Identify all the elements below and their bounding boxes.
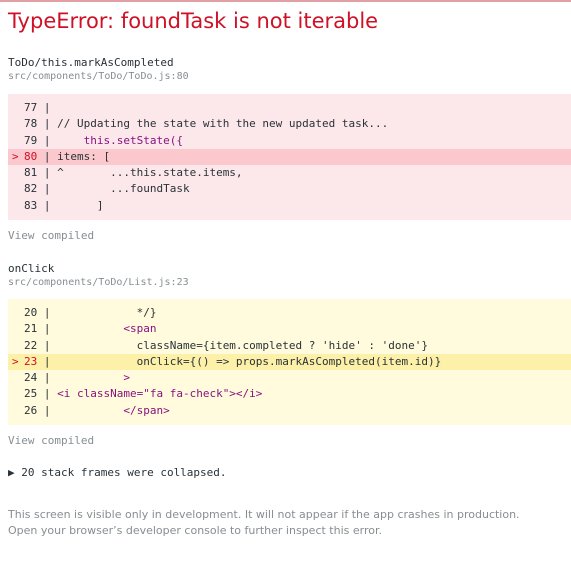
code-line: 82 | ...foundTask [24,182,190,196]
code-text: this.setState({ [57,133,183,147]
code-line: 78 | // Updating the state with the new … [24,117,389,131]
line-number: 24 [24,371,38,385]
code-line: 79 | this.setState({ [24,133,183,147]
code-snippet-list: 20 | */} 21 | <span 22 | className={item… [8,299,571,425]
footer-notice-line-2: Open your browser’s developer console to… [8,524,382,537]
code-text: */} [57,306,157,319]
code-line-highlighted: >80 | items: [ [8,148,571,166]
line-number: 80 [24,149,38,163]
error-line-marker-icon: > [12,149,19,163]
code-line: 26 | </span> [24,403,170,417]
line-number: 26 [24,403,38,417]
code-line: 20 | */} [24,306,157,319]
code-line: 24 | > [24,371,130,385]
line-number: 83 [24,198,38,212]
code-line: 77 | [24,101,58,114]
line-number: 25 [24,387,38,401]
code-snippet-todo: 77 | 78 | // Updating the state with the… [8,94,571,220]
code-text: </span> [57,403,170,417]
frame-file-link[interactable]: src/components/ToDo/List.js:23 [8,277,189,288]
code-text: // Updating the state with the new updat… [57,117,389,131]
line-number: 22 [24,338,38,352]
line-number: 78 [24,117,38,131]
code-line: 21 | <span [24,322,157,336]
code-text: className={item.completed ? 'hide' : 'do… [57,338,428,352]
code-text: onClick={() => props.markAsCompleted(ite… [57,354,442,368]
frame-function-name: onClick [8,262,55,275]
code-text: ...foundTask [57,182,190,196]
line-number: 77 [24,101,38,114]
error-title: TypeError: foundTask is not iterable [8,9,379,33]
line-number: 21 [24,322,38,336]
error-line-marker-icon: > [12,354,19,368]
view-compiled-link[interactable]: View compiled [8,229,94,242]
error-top-border [0,0,571,2]
code-text: > [57,371,130,385]
code-text: items: [ [57,149,111,163]
collapsed-frames-toggle[interactable]: ▶ 20 stack frames were collapsed. [8,466,227,479]
line-number: 23 [24,354,38,368]
frame-function-name: ToDo/this.markAsCompleted [8,56,174,69]
code-text: <span [57,322,157,336]
code-line: 22 | className={item.completed ? 'hide' … [24,338,428,352]
code-line: 83 | ] [24,198,104,212]
code-text: ] [57,198,104,212]
code-text: <i className="fa fa-check"></i> [57,387,263,401]
line-number: 81 [24,166,38,180]
code-line: 25 | <i className="fa fa-check"></i> [24,387,263,401]
footer-notice-line-1: This screen is visible only in developme… [8,508,520,521]
line-number: 82 [24,182,38,196]
line-number: 79 [24,133,38,147]
code-text: ^ ...this.state.items, [57,166,243,180]
code-line-highlighted: >23 | onClick={() => props.markAsComplet… [8,353,571,371]
view-compiled-link[interactable]: View compiled [8,434,94,447]
frame-file-link[interactable]: src/components/ToDo/ToDo.js:80 [8,71,189,82]
code-line: 81 | ^ ...this.state.items, [24,166,243,180]
line-number: 20 [24,306,38,319]
